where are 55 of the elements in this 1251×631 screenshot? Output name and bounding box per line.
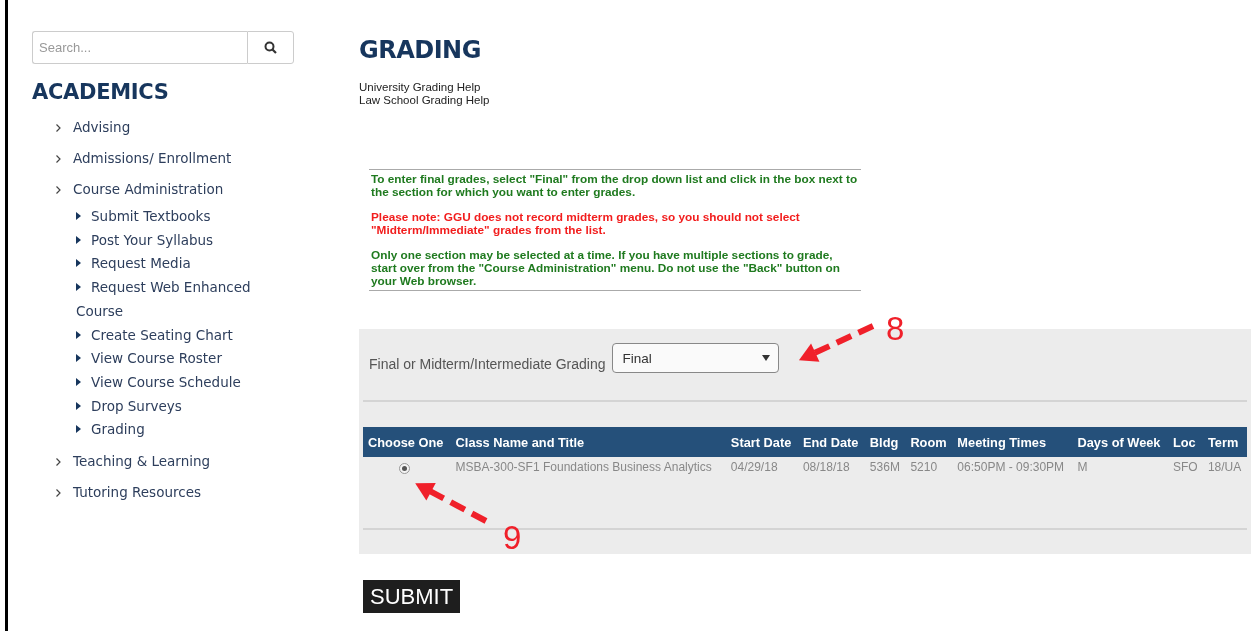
sidebar-subitem[interactable]: Request Media [76,252,256,277]
chevron-icon [56,123,61,132]
chevron-icon [56,154,61,163]
sidebar-subitem[interactable]: Drop Surveys [76,394,256,419]
sidebar-subitem[interactable]: Grading [76,418,256,443]
search-field[interactable]: Search... [32,31,247,64]
column-header: End Date [797,427,865,457]
caret-icon [761,355,770,361]
table-cell: SFO [1173,460,1198,474]
sidebar-item[interactable]: Teaching & Learning [56,446,211,478]
chevron-icon [56,488,61,497]
help-link[interactable]: University Grading Help [359,81,1251,94]
column-header: Loc [1168,427,1203,457]
sidebar-subitem[interactable]: Create Seating Chart [76,323,256,348]
column-header: Term [1202,427,1247,457]
warning-note: Please note: GGU does not record midterm grades, so you should not select "Midterm/Immediate" grades from the list. [371,211,801,237]
radio-button[interactable] [398,463,410,474]
column-header: Bldg [864,427,906,457]
table-cell: 06:50PM - 09:30PM [957,460,1065,474]
sidebar-item[interactable]: Tutoring Resources [56,477,201,509]
column-header: Days of Week [1072,427,1168,457]
annotation-number: 9 [503,521,522,554]
page-title: GRADING [359,36,482,64]
table-cell: 08/18/18 [802,460,850,474]
sidebar-subitem[interactable]: Submit Textbooks [76,205,256,229]
search-button[interactable] [247,31,294,64]
sidebar-subitem[interactable]: Request Web Enhanced Course [76,276,256,324]
table-cell: 536M [869,460,900,474]
grading-type-label: Final or Midterm/Intermediate Grading [369,356,606,372]
sidebar-subitem[interactable]: View Course Roster [76,347,256,371]
column-header: Choose One [363,427,451,457]
table-cell: 04/29/18 [730,460,778,474]
sidebar-subitem[interactable]: Post Your Syllabus [76,228,256,253]
table-cell: 18/UA [1207,460,1242,474]
instruction-text: To enter final grades, select "Final" from the drop down list and click in the box next to the section for which you want to enter grades. [371,173,859,199]
annotation-number: 8 [886,312,905,345]
instruction-text: Only one section may be selected at a time. If you have multiple sections to grade, start over from the "Course Administration" menu. Do not use the "Back" button on your Web browser. [371,249,841,288]
column-header: Meeting Times [952,427,1073,457]
sidebar-item[interactable]: Course Administration [56,174,224,205]
column-header: Start Date [725,427,798,457]
chevron-icon [56,185,61,194]
help-link[interactable]: Law School Grading Help [359,94,1251,107]
submit-button[interactable]: SUBMIT [363,580,461,613]
column-header: Room [905,427,953,457]
table-cell: M [1077,460,1088,474]
section-heading: ACADEMICS [32,80,170,104]
sidebar-item[interactable]: Admissions/ Enrollment [56,143,232,174]
chevron-icon [56,457,61,466]
column-header: Class Name and Title [450,427,726,457]
sidebar-subitem[interactable]: View Course Schedule [76,370,256,395]
search-icon [264,41,277,54]
table-cell: 5210 [910,460,938,474]
grading-type-dropdown[interactable]: Final [611,343,779,373]
sidebar-item[interactable]: Advising [56,112,131,143]
table-cell: MSBA-300-SF1 Foundations Business Analytics [455,460,712,474]
